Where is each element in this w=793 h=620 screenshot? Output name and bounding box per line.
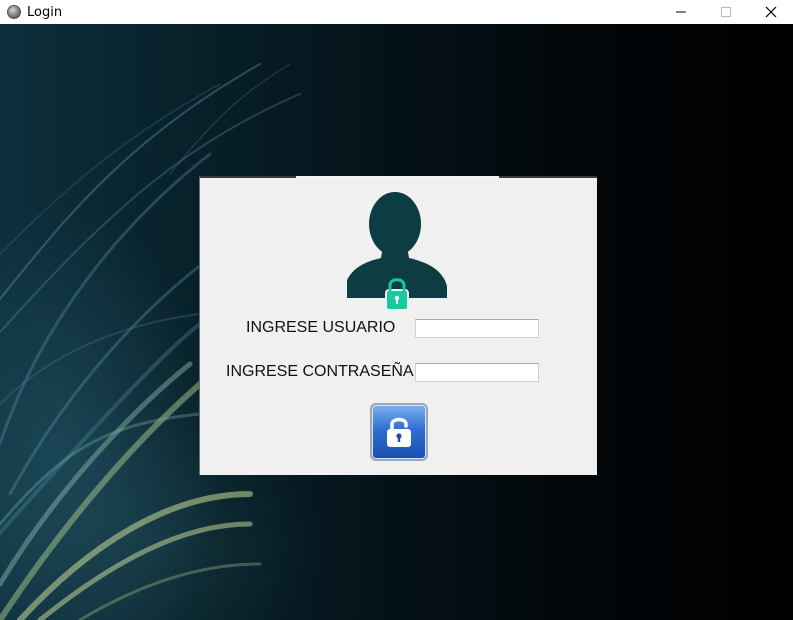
window-controls bbox=[658, 0, 793, 24]
close-icon bbox=[765, 6, 776, 18]
unlock-icon bbox=[387, 417, 411, 447]
login-panel: INGRESE USUARIO INGRESE CONTRASEÑA bbox=[199, 176, 597, 475]
minimize-button[interactable] bbox=[658, 0, 703, 24]
username-label: INGRESE USUARIO bbox=[246, 319, 396, 336]
password-input[interactable] bbox=[415, 363, 539, 382]
title-bar[interactable]: Login bbox=[0, 0, 793, 24]
username-input[interactable] bbox=[415, 319, 539, 338]
background-image: INGRESE USUARIO INGRESE CONTRASEÑA bbox=[0, 24, 793, 620]
user-lock-icon bbox=[347, 192, 447, 311]
minimize-icon bbox=[675, 11, 686, 13]
maximize-button[interactable] bbox=[703, 0, 748, 24]
password-label: INGRESE CONTRASEÑA bbox=[226, 363, 414, 380]
maximize-icon bbox=[720, 7, 731, 17]
panel-divider bbox=[296, 176, 499, 178]
close-button[interactable] bbox=[748, 0, 793, 24]
app-icon bbox=[7, 5, 21, 19]
window-title: Login bbox=[27, 4, 63, 20]
login-window: Login INGRESE USUARIO INGRESE CONTRASEÑA bbox=[0, 0, 793, 620]
login-button[interactable] bbox=[370, 403, 428, 461]
